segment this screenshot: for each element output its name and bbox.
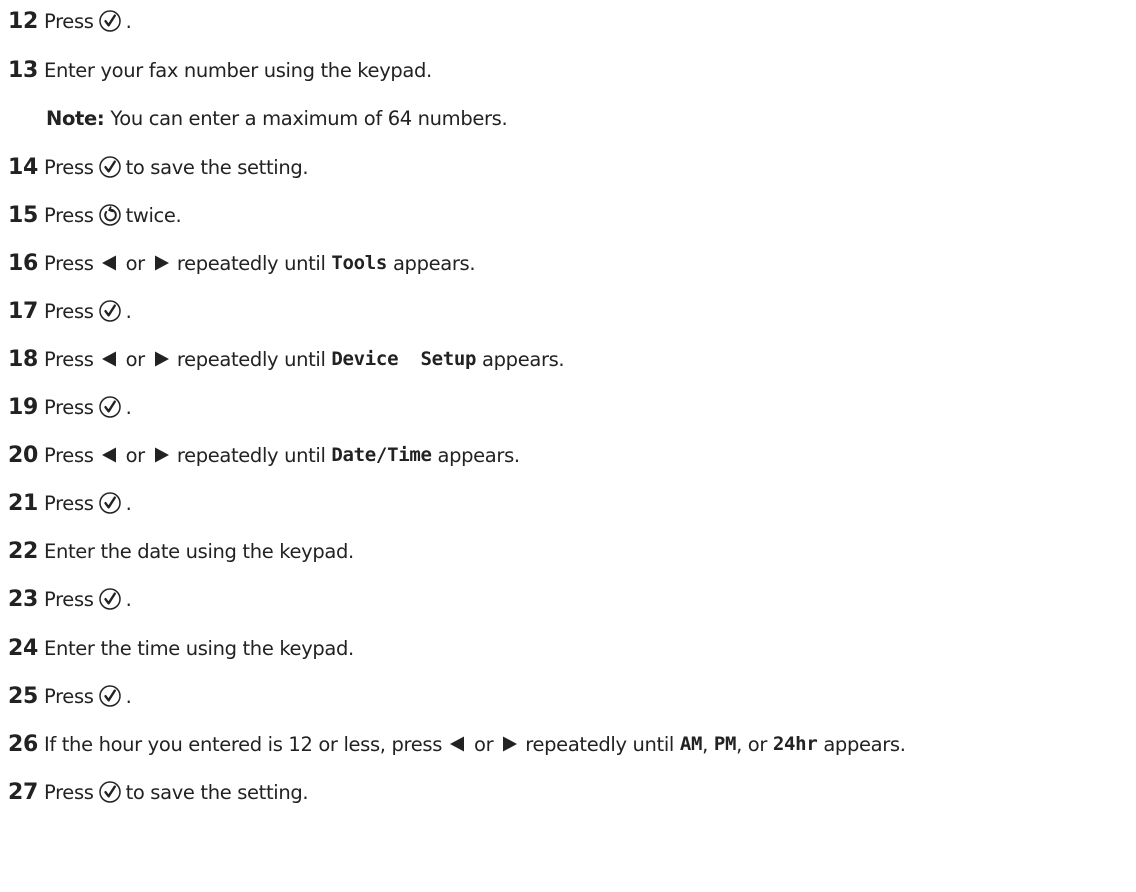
step-text: Press xyxy=(44,251,94,275)
step-21: 21 Press . xyxy=(8,486,132,520)
step-number: 13 xyxy=(8,57,39,83)
step-text: . xyxy=(125,395,132,419)
display-text: Tools xyxy=(331,252,388,274)
step-text: to save the setting. xyxy=(125,155,309,179)
step-number: 25 xyxy=(8,683,39,709)
step-text: appears. xyxy=(482,347,565,371)
note-label: Note: xyxy=(46,106,105,130)
step-text: . xyxy=(125,9,132,33)
display-text: Device Setup xyxy=(331,348,477,370)
display-text: 24hr xyxy=(772,733,818,755)
step-number: 14 xyxy=(8,154,39,180)
step-text: Press xyxy=(44,491,94,515)
checkmark-circle-icon xyxy=(98,299,122,323)
step-18: 18 Press or repeatedly until Device Setu… xyxy=(8,342,565,376)
display-text: AM xyxy=(679,733,703,755)
step-text: Press xyxy=(44,780,94,804)
left-arrow-icon xyxy=(98,251,122,275)
step-22: 22 Enter the date using the keypad. xyxy=(8,534,354,568)
step-text: or xyxy=(474,732,494,756)
step-text: or xyxy=(125,347,146,371)
step-number: 26 xyxy=(8,731,39,757)
right-arrow-icon xyxy=(497,732,521,756)
step-text: Press xyxy=(44,684,94,708)
step-24: 24 Enter the time using the keypad. xyxy=(8,631,354,665)
step-text: or xyxy=(125,251,146,275)
step-number: 24 xyxy=(8,635,39,661)
display-text: PM xyxy=(713,733,737,755)
step-number: 21 xyxy=(8,490,39,516)
step-text: appears. xyxy=(392,251,476,275)
step-14: 14 Press to save the setting. xyxy=(8,150,309,184)
step-text: If the hour you entered is 12 or less, p… xyxy=(44,732,443,756)
right-arrow-icon xyxy=(149,347,173,371)
step-text: or xyxy=(125,443,146,467)
checkmark-circle-icon xyxy=(98,9,122,33)
step-text: Press xyxy=(44,443,94,467)
step-text: Press xyxy=(44,395,94,419)
step-17: 17 Press . xyxy=(8,294,132,328)
step-number: 22 xyxy=(8,538,39,564)
checkmark-circle-icon xyxy=(98,780,122,804)
back-arrow-circle-icon xyxy=(98,203,122,227)
step-number: 15 xyxy=(8,202,39,228)
step-15: 15 Press twice. xyxy=(8,198,182,232)
step-number: 19 xyxy=(8,394,39,420)
left-arrow-icon xyxy=(98,443,122,467)
step-number: 18 xyxy=(8,346,39,372)
step-text: repeatedly until xyxy=(176,443,326,467)
display-text: Date/Time xyxy=(331,444,432,466)
right-arrow-icon xyxy=(149,443,173,467)
checkmark-circle-icon xyxy=(98,491,122,515)
step-19: 19 Press . xyxy=(8,390,132,424)
step-text: repeatedly until xyxy=(176,251,326,275)
step-text: , or xyxy=(736,732,768,756)
step-text: Press xyxy=(44,587,94,611)
step-text: . xyxy=(125,684,132,708)
step-text: Press xyxy=(44,9,94,33)
left-arrow-icon xyxy=(98,347,122,371)
checkmark-circle-icon xyxy=(98,155,122,179)
step-27: 27 Press to save the setting. xyxy=(8,775,309,809)
step-text: Enter your fax number using the keypad. xyxy=(44,58,432,82)
step-13: 13 Enter your fax number using the keypa… xyxy=(8,53,432,87)
left-arrow-icon xyxy=(446,732,470,756)
step-text: . xyxy=(125,587,132,611)
step-text: twice. xyxy=(125,203,182,227)
step-20: 20 Press or repeatedly until Date/Time a… xyxy=(8,438,520,472)
step-25: 25 Press . xyxy=(8,679,132,713)
step-16: 16 Press or repeatedly until Tools appea… xyxy=(8,246,476,280)
step-number: 12 xyxy=(8,8,39,34)
note: Note: You can enter a maximum of 64 numb… xyxy=(46,101,508,135)
step-number: 16 xyxy=(8,250,39,276)
step-text: Enter the date using the keypad. xyxy=(44,539,354,563)
step-number: 23 xyxy=(8,586,39,612)
step-text: appears. xyxy=(437,443,521,467)
step-23: 23 Press . xyxy=(8,582,132,616)
checkmark-circle-icon xyxy=(98,395,122,419)
step-text: Enter the time using the keypad. xyxy=(44,636,354,660)
note-text: You can enter a maximum of 64 numbers. xyxy=(110,106,508,130)
step-text: . xyxy=(125,299,132,323)
step-text: Press xyxy=(44,347,94,371)
step-text: Press xyxy=(44,203,94,227)
step-text: . xyxy=(125,491,132,515)
step-26: 26 If the hour you entered is 12 or less… xyxy=(8,727,906,761)
step-number: 17 xyxy=(8,298,39,324)
step-text: appears. xyxy=(823,732,906,756)
step-text: repeatedly until xyxy=(176,347,326,371)
step-text: Press xyxy=(44,155,94,179)
step-text: to save the setting. xyxy=(125,780,309,804)
right-arrow-icon xyxy=(149,251,173,275)
step-text: repeatedly until xyxy=(525,732,674,756)
checkmark-circle-icon xyxy=(98,587,122,611)
step-12: 12 Press . xyxy=(8,4,132,38)
step-number: 20 xyxy=(8,442,39,468)
checkmark-circle-icon xyxy=(98,684,122,708)
step-number: 27 xyxy=(8,779,39,805)
step-text: Press xyxy=(44,299,94,323)
